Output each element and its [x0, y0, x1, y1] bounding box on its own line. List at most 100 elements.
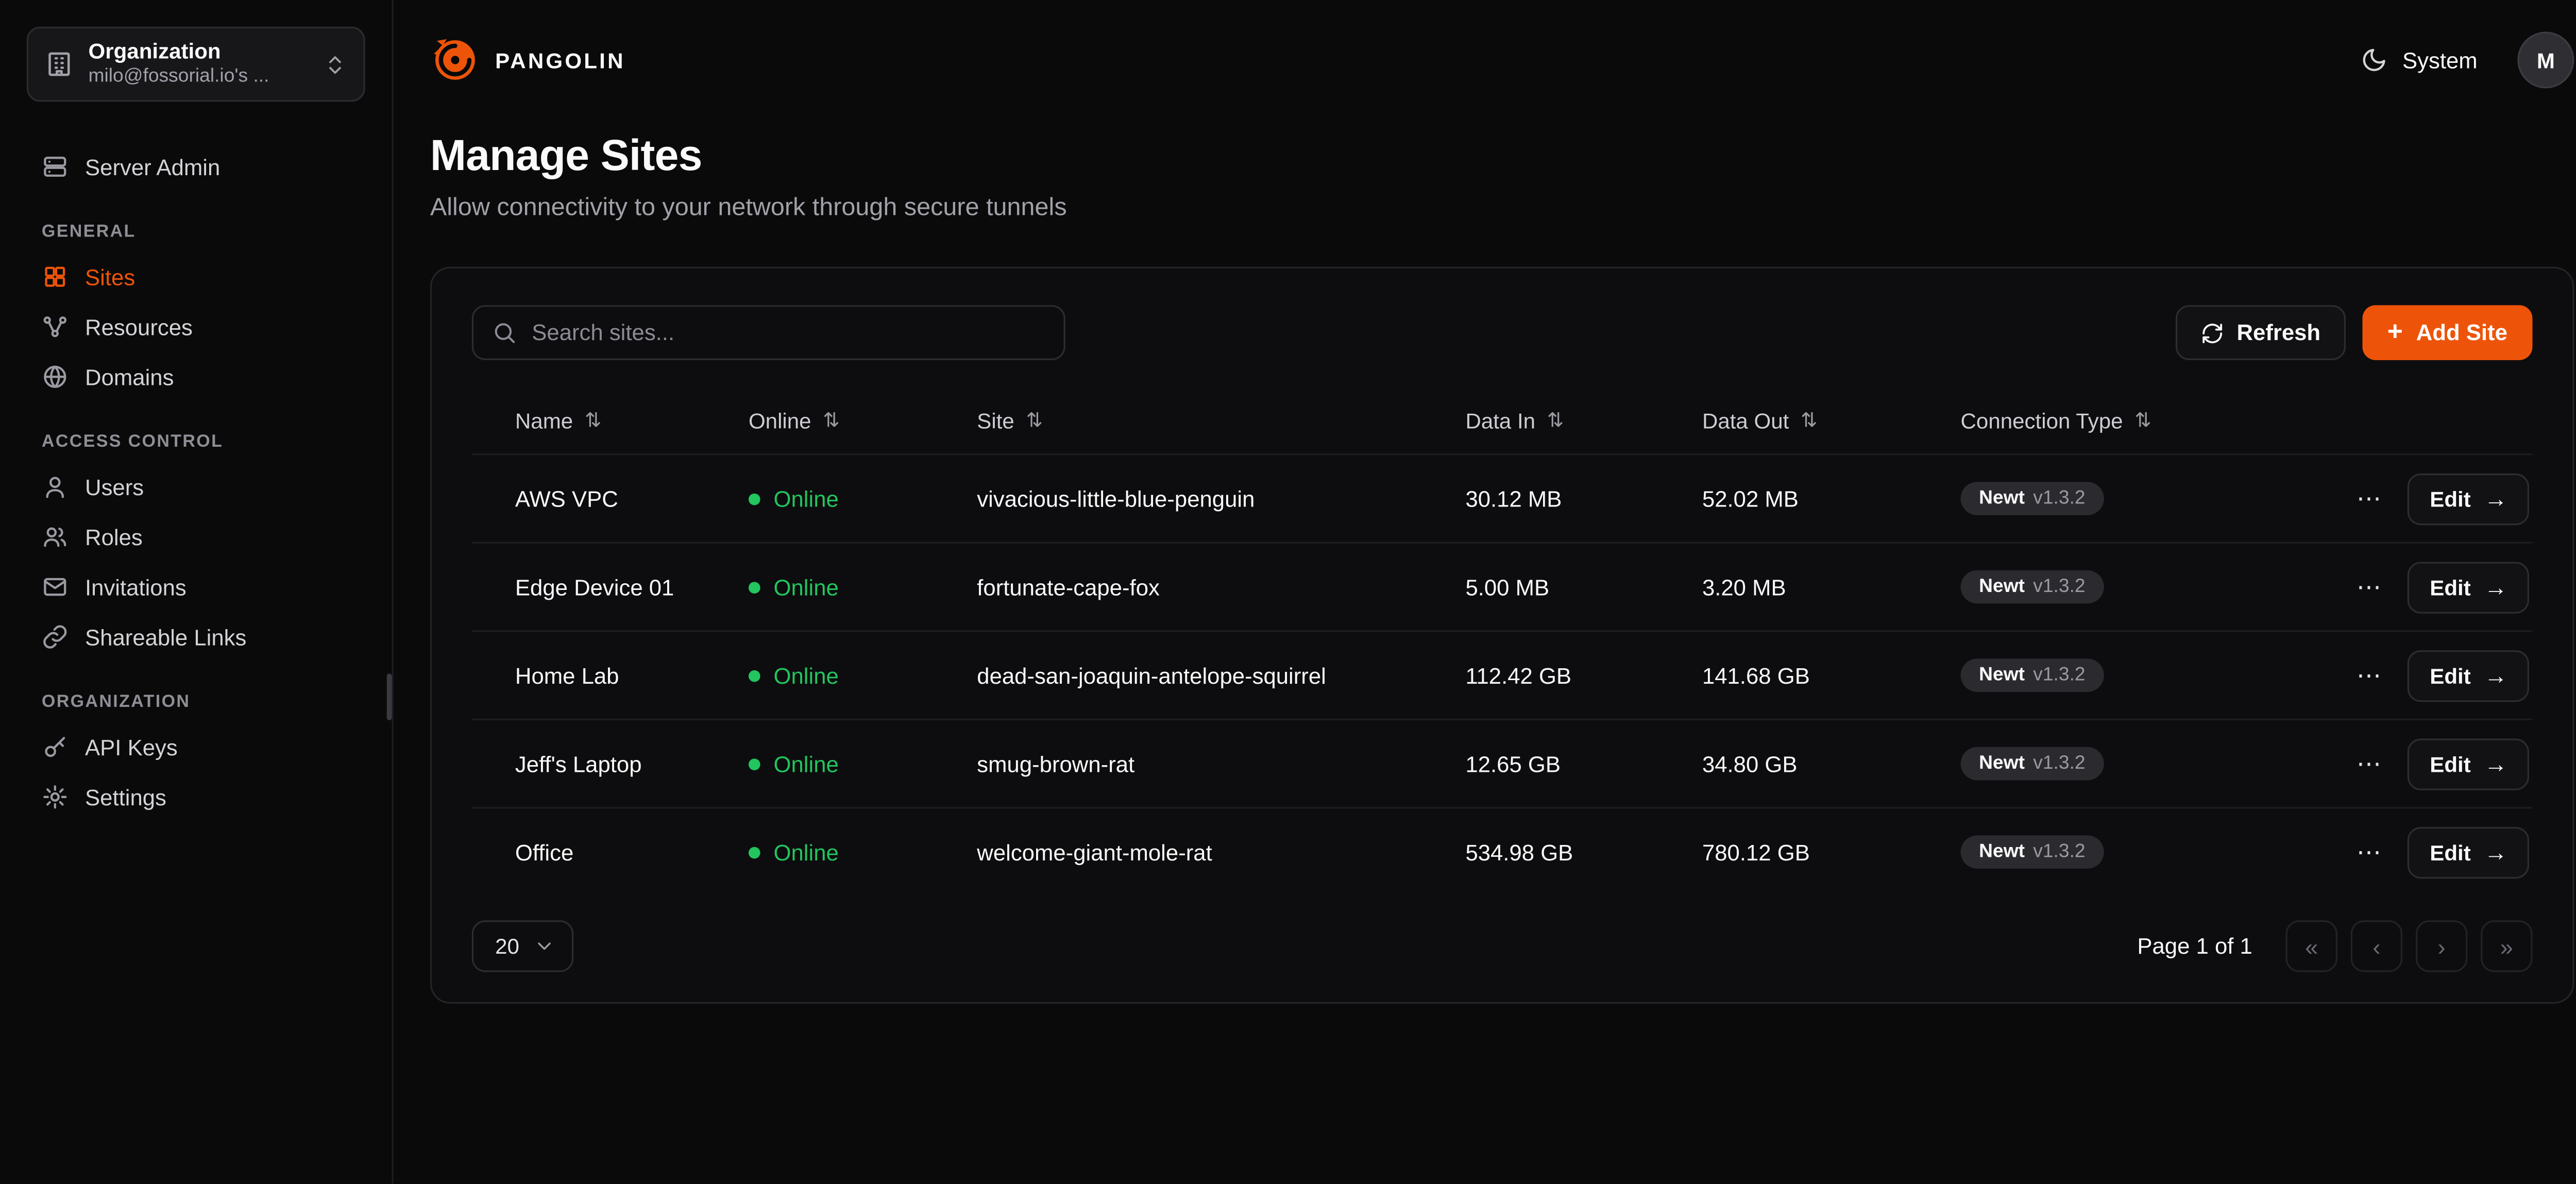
edit-button[interactable]: Edit → — [2408, 738, 2529, 789]
cell-site: dead-san-joaquin-antelope-squirrel — [977, 663, 1465, 688]
users-icon — [42, 524, 69, 551]
sidebar: Organization milo@fossorial.io's ... Ser… — [0, 0, 394, 1184]
globe-icon — [42, 364, 69, 391]
cell-actions: ⋯ Edit → — [2355, 738, 2532, 789]
edit-button[interactable]: Edit → — [2408, 649, 2529, 701]
status-text: Online — [774, 574, 839, 600]
column-header-online[interactable]: Online⇅ — [749, 408, 977, 433]
cell-data-in: 30.12 MB — [1465, 486, 1702, 511]
row-menu-button[interactable]: ⋯ — [2357, 749, 2382, 779]
refresh-button[interactable]: Refresh — [2175, 305, 2346, 360]
cell-connection-type: Newt v1.3.2 — [1961, 570, 2356, 604]
sidebar-item-label: Users — [85, 475, 144, 500]
table-row: AWS VPC Online vivacious-little-blue-pen… — [472, 453, 2533, 542]
sort-icon: ⇅ — [585, 409, 602, 432]
row-menu-button[interactable]: ⋯ — [2357, 660, 2382, 690]
card-toolbar: Refresh + Add Site — [472, 305, 2533, 360]
brand-name: PANGOLIN — [495, 47, 625, 73]
column-header-name[interactable]: Name⇅ — [515, 408, 749, 433]
search-box — [472, 305, 1065, 360]
search-input[interactable] — [532, 320, 1045, 345]
avatar[interactable]: M — [2517, 31, 2574, 88]
sidebar-item-label: Domains — [85, 365, 174, 390]
sort-icon: ⇅ — [1026, 409, 1043, 432]
sidebar-item-api-keys[interactable]: API Keys — [27, 722, 365, 772]
connection-name: Newt — [1979, 577, 2025, 597]
page-info: Page 1 of 1 — [2137, 934, 2252, 959]
column-header-site[interactable]: Site⇅ — [977, 408, 1465, 433]
connection-badge: Newt v1.3.2 — [1961, 747, 2104, 781]
online-dot-icon — [749, 669, 760, 681]
org-account: milo@fossorial.io's ... — [89, 65, 309, 90]
brand[interactable]: PANGOLIN — [430, 35, 625, 85]
sites-card: Refresh + Add Site Name⇅ Online⇅ Site⇅ D… — [430, 267, 2574, 1004]
column-header-data-in[interactable]: Data In⇅ — [1465, 408, 1702, 433]
org-picker[interactable]: Organization milo@fossorial.io's ... — [27, 27, 365, 102]
add-site-label: Add Site — [2416, 320, 2507, 345]
table-row: Office Online welcome-giant-mole-rat 534… — [472, 807, 2533, 895]
sidebar-item-users[interactable]: Users — [27, 462, 365, 512]
sidebar-scrollbar[interactable] — [387, 673, 392, 720]
cell-site: vivacious-little-blue-penguin — [977, 486, 1465, 511]
edit-label: Edit — [2430, 486, 2470, 511]
sidebar-item-label: Roles — [85, 525, 143, 550]
column-header-connection-type[interactable]: Connection Type⇅ — [1961, 408, 2356, 433]
sidebar-item-roles[interactable]: Roles — [27, 512, 365, 562]
row-menu-button[interactable]: ⋯ — [2357, 572, 2382, 602]
sidebar-item-settings[interactable]: Settings — [27, 772, 365, 822]
sort-icon: ⇅ — [1547, 409, 1564, 432]
status-text: Online — [774, 751, 839, 776]
cell-connection-type: Newt v1.3.2 — [1961, 747, 2356, 781]
theme-toggle[interactable]: System — [2361, 47, 2478, 74]
edit-button[interactable]: Edit → — [2408, 826, 2529, 877]
sort-icon: ⇅ — [2134, 409, 2151, 432]
sidebar-item-domains[interactable]: Domains — [27, 352, 365, 402]
cell-name: Jeff's Laptop — [515, 751, 749, 776]
sidebar-item-invitations[interactable]: Invitations — [27, 562, 365, 612]
row-menu-button[interactable]: ⋯ — [2357, 837, 2382, 867]
edit-button[interactable]: Edit → — [2408, 561, 2529, 613]
edit-button[interactable]: Edit → — [2408, 472, 2529, 524]
topbar-right: System M — [2361, 31, 2574, 88]
page-size-select[interactable]: 20 — [472, 920, 574, 972]
add-site-button[interactable]: + Add Site — [2362, 305, 2532, 360]
cell-name: Office — [515, 839, 749, 865]
next-page-button[interactable]: › — [2416, 920, 2467, 972]
user-icon — [42, 474, 69, 501]
main-area: PANGOLIN System M Manage Sites Allow con… — [394, 0, 2576, 1184]
sidebar-item-server-admin[interactable]: Server Admin — [27, 142, 365, 192]
page-title: Manage Sites — [430, 130, 2574, 181]
cell-connection-type: Newt v1.3.2 — [1961, 482, 2356, 515]
first-page-button[interactable]: « — [2286, 920, 2337, 972]
sidebar-item-sites[interactable]: Sites — [27, 252, 365, 302]
waypoints-icon — [42, 314, 69, 341]
sidebar-item-label: API Keys — [85, 735, 178, 760]
sidebar-item-shareable-links[interactable]: Shareable Links — [27, 612, 365, 662]
online-dot-icon — [749, 758, 760, 770]
section-label-access-control: ACCESS CONTROL — [42, 432, 350, 452]
connection-version: v1.3.2 — [2033, 488, 2085, 509]
connection-version: v1.3.2 — [2033, 754, 2085, 774]
edit-label: Edit — [2430, 574, 2470, 600]
table-row: Home Lab Online dead-san-joaquin-antelop… — [472, 630, 2533, 719]
sidebar-item-resources[interactable]: Resources — [27, 302, 365, 352]
connection-version: v1.3.2 — [2033, 577, 2085, 597]
cell-name: Home Lab — [515, 663, 749, 688]
connection-name: Newt — [1979, 842, 2025, 862]
arrow-right-icon: → — [2484, 750, 2507, 777]
column-header-data-out[interactable]: Data Out⇅ — [1702, 408, 1961, 433]
page-subtitle: Allow connectivity to your network throu… — [430, 193, 2574, 222]
cell-site: welcome-giant-mole-rat — [977, 839, 1465, 865]
last-page-button[interactable]: » — [2481, 920, 2532, 972]
prev-page-button[interactable]: ‹ — [2351, 920, 2402, 972]
arrow-right-icon: → — [2484, 573, 2507, 600]
pager-buttons: « ‹ › » — [2286, 920, 2533, 972]
building-icon — [45, 50, 73, 78]
refresh-label: Refresh — [2236, 320, 2320, 345]
link-icon — [42, 624, 69, 651]
connection-name: Newt — [1979, 488, 2025, 509]
cell-data-in: 534.98 GB — [1465, 839, 1702, 865]
app-window: Organization milo@fossorial.io's ... Ser… — [0, 0, 2576, 1184]
row-menu-button[interactable]: ⋯ — [2357, 483, 2382, 513]
connection-version: v1.3.2 — [2033, 665, 2085, 685]
